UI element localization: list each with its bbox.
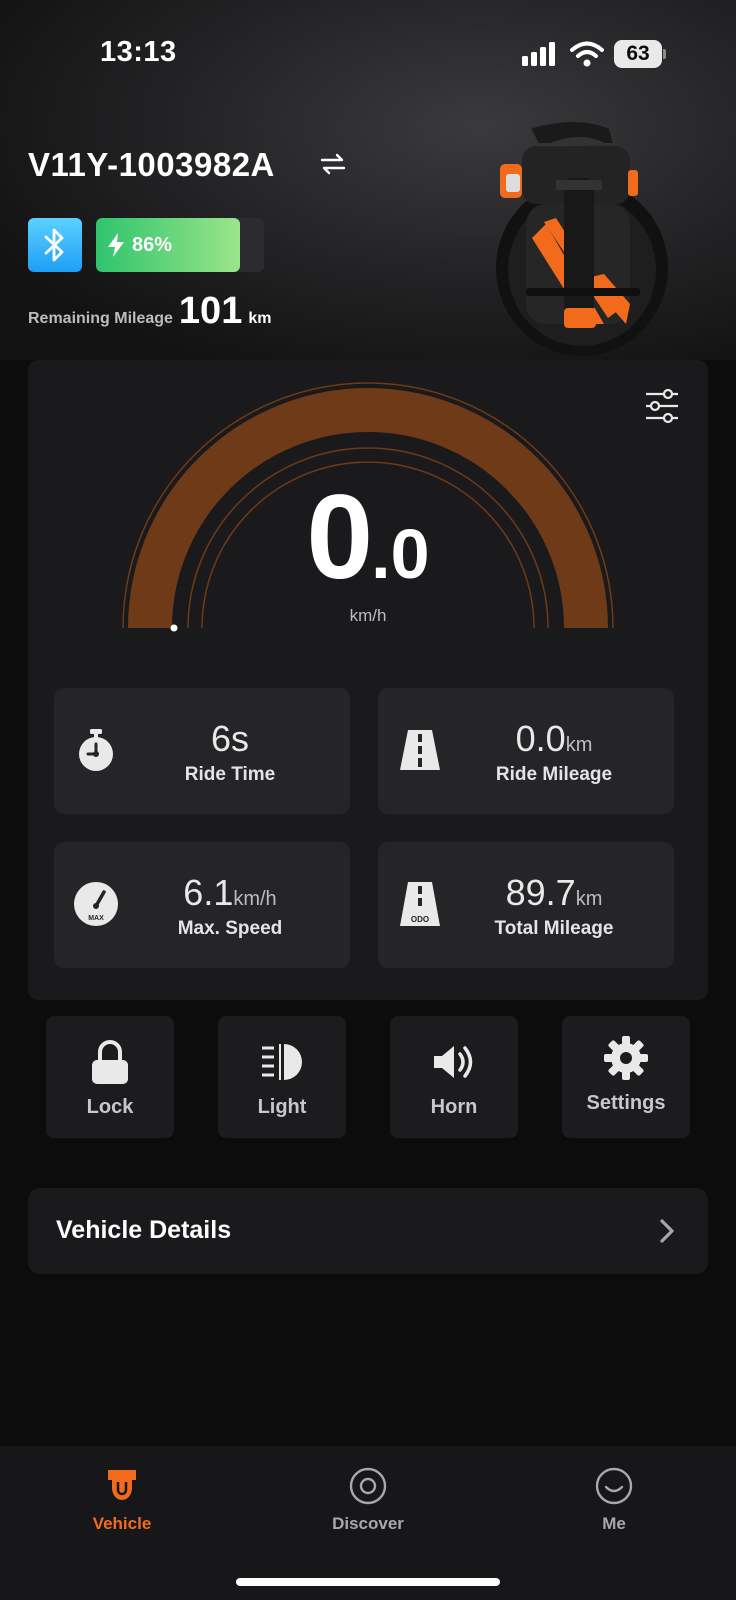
lock-label: Lock <box>86 1096 134 1118</box>
lock-button[interactable]: Lock <box>46 1016 174 1138</box>
total-mileage-value: 89.7 <box>505 872 576 913</box>
current-speed: 0.0 <box>28 468 708 606</box>
bluetooth-badge[interactable] <box>28 218 82 272</box>
horn-label: Horn <box>430 1096 478 1118</box>
odo-icon-text: ODO <box>411 915 429 924</box>
gauge-settings-icon[interactable] <box>642 386 682 426</box>
ride-mileage-value: 0.0 <box>515 718 566 759</box>
lock-icon <box>92 1040 128 1084</box>
horn-button[interactable]: Horn <box>390 1016 518 1138</box>
chevron-right-icon <box>660 1219 674 1243</box>
battery-percent: 86% <box>132 233 173 256</box>
switch-vehicle-icon[interactable] <box>320 152 346 176</box>
ride-mileage-value-wrap: 0.0km <box>434 718 674 760</box>
settings-button[interactable]: Settings <box>562 1016 690 1138</box>
stat-ride-mileage: 0.0km Ride Mileage <box>378 688 674 814</box>
tab-me[interactable]: Me <box>544 1466 684 1550</box>
gear-icon <box>604 1036 648 1080</box>
home-indicator[interactable] <box>236 1578 500 1586</box>
speed-integer: 0 <box>306 470 373 604</box>
vehicle-details-label: Vehicle Details <box>56 1216 232 1244</box>
ride-time-value: 6s <box>210 718 250 759</box>
vehicle-battery-label: 86% <box>106 218 172 272</box>
vehicle-id[interactable]: V11Y-1003982A <box>28 146 275 184</box>
stat-ride-time: 6s Ride Time <box>54 688 350 814</box>
vehicle-tab-icon <box>108 1470 136 1500</box>
lightning-icon <box>108 233 124 257</box>
status-bar: 13:13 63 <box>0 0 736 100</box>
max-speed-value-wrap: 6.1km/h <box>110 872 350 914</box>
horn-speaker-icon <box>434 1046 473 1078</box>
ride-mileage-label: Ride Mileage <box>495 764 613 785</box>
speed-unit: km/h <box>349 606 387 625</box>
max-speed-unit: km/h <box>233 888 277 910</box>
tab-me-label: Me <box>602 1514 626 1533</box>
battery-status-icon: 63 <box>614 40 666 68</box>
tab-vehicle-label: Vehicle <box>92 1514 152 1533</box>
dashboard-card: 0.0 km/h 6s Ride Time 0.0km Ride Mileage… <box>28 360 708 1000</box>
light-button[interactable]: Light <box>218 1016 346 1138</box>
tab-vehicle[interactable]: Vehicle <box>52 1466 192 1550</box>
remaining-mileage-unit: km <box>248 310 272 327</box>
light-label: Light <box>257 1096 307 1118</box>
tab-discover[interactable]: Discover <box>298 1466 438 1550</box>
headlight-icon <box>262 1044 302 1080</box>
remaining-mileage: Remaining Mileage 101 km <box>28 290 271 333</box>
stat-max-speed: MAX 6.1km/h Max. Speed <box>54 842 350 968</box>
total-mileage-label: Total Mileage <box>494 918 614 939</box>
max-icon-text: MAX <box>88 915 104 922</box>
ride-mileage-unit: km <box>565 734 593 756</box>
unicycle-image <box>496 120 668 356</box>
stat-total-mileage: ODO 89.7km Total Mileage <box>378 842 674 968</box>
total-mileage-unit: km <box>575 888 603 910</box>
vehicle-details-row[interactable]: Vehicle Details <box>28 1188 708 1274</box>
vehicle-battery-bar: 86% <box>96 218 264 272</box>
me-tab-icon <box>595 1467 633 1505</box>
speed-decimal: .0 <box>371 515 430 593</box>
ride-time-label: Ride Time <box>184 764 276 785</box>
cellular-signal-icon <box>522 42 555 66</box>
status-time: 13:13 <box>100 36 177 68</box>
remaining-mileage-value: 101 <box>178 290 243 332</box>
discover-tab-icon <box>349 1467 387 1505</box>
bottom-tab-bar: Vehicle Discover Me <box>0 1446 736 1600</box>
total-mileage-value-wrap: 89.7km <box>434 872 674 914</box>
max-speed-label: Max. Speed <box>177 918 283 939</box>
wifi-icon <box>570 41 604 67</box>
settings-label: Settings <box>586 1092 666 1114</box>
bluetooth-icon <box>44 228 64 262</box>
tab-discover-label: Discover <box>332 1514 404 1533</box>
battery-status-level: 63 <box>614 40 662 68</box>
remaining-mileage-label: Remaining Mileage <box>28 310 173 327</box>
max-speed-value: 6.1 <box>183 872 234 913</box>
